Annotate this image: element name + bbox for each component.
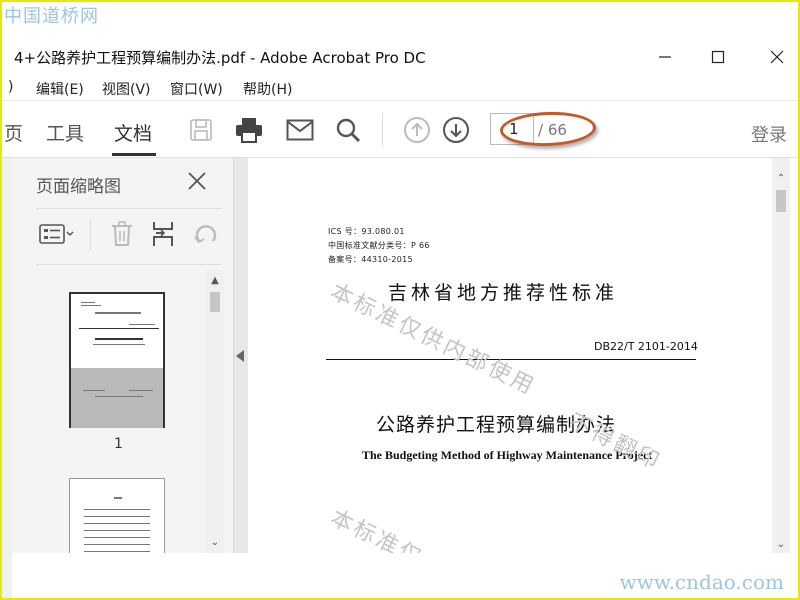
print-icon[interactable] — [234, 115, 264, 145]
page-up-icon[interactable] — [402, 115, 432, 145]
panel-tools-divider — [90, 218, 91, 250]
doc-scroll-up-icon[interactable]: ⌃ — [775, 172, 787, 184]
title-bar: 4+公路养护工程预算编制办法.pdf - Adobe Acrobat Pro D… — [0, 40, 800, 72]
page-thumbnail-1[interactable] — [69, 292, 165, 428]
menu-item-file-partial[interactable]: ) — [8, 79, 13, 95]
menu-item-view[interactable]: 视图(V) — [102, 79, 151, 99]
doc-meta-ics: ICS 号：93.080.01 — [328, 227, 405, 236]
main-toolbar: 页 工具 文档 登录 — [0, 100, 800, 158]
tab-tools[interactable]: 工具 — [46, 119, 84, 146]
active-tab-indicator — [112, 153, 156, 156]
doc-meta-classification: 中国标准文献分类号：P 66 — [328, 241, 430, 250]
panel-divider-2 — [36, 264, 222, 265]
scroll-up-arrow-icon[interactable]: ▲ — [209, 274, 221, 286]
panel-collapse-strip[interactable] — [234, 158, 248, 553]
collapse-arrow-icon[interactable] — [236, 350, 244, 362]
thumbnail-scrollbar[interactable]: ▲ ⌄ — [206, 270, 224, 553]
tab-document[interactable]: 文档 — [114, 119, 152, 146]
panel-title: 页面缩略图 — [36, 177, 121, 197]
tab-home-partial[interactable]: 页 — [4, 119, 23, 146]
menu-item-window[interactable]: 窗口(W) — [170, 79, 223, 99]
login-link[interactable]: 登录 — [751, 121, 787, 147]
doc-scroll-down-icon[interactable]: ⌄ — [775, 538, 787, 550]
menu-item-help[interactable]: 帮助(H) — [243, 79, 292, 99]
site-watermark-bottom: www.cndao.com — [619, 570, 784, 594]
doc-standard-code: DB22/T 2101-2014 — [594, 340, 698, 353]
thumbnail-list: 1 — [36, 270, 226, 553]
save-icon[interactable] — [186, 115, 216, 145]
window-title: 4+公路养护工程预算编制办法.pdf - Adobe Acrobat Pro D… — [14, 49, 426, 67]
thumbnail-label-1: 1 — [114, 436, 123, 452]
delete-page-icon[interactable] — [108, 220, 136, 248]
document-view[interactable]: ICS 号：93.080.01 中国标准文献分类号：P 66 备案号：44310… — [248, 158, 772, 553]
insert-page-icon[interactable] — [150, 220, 178, 248]
menu-bar: ) 编辑(E) 视图(V) 窗口(W) 帮助(H) — [0, 74, 800, 100]
page-thumbnails-panel: 页面缩略图 1 ▲ ⌄ — [12, 158, 234, 553]
doc-meta-record: 备案号：44310-2015 — [328, 255, 413, 264]
menu-item-edit[interactable]: 编辑(E) — [36, 79, 84, 99]
minimize-icon[interactable] — [650, 44, 680, 70]
rotate-page-icon[interactable] — [192, 220, 220, 248]
close-icon[interactable] — [762, 44, 792, 70]
maximize-icon[interactable] — [703, 44, 733, 70]
site-watermark-top: 中国道桥网 — [4, 6, 99, 27]
thumbnail-scroll-thumb[interactable] — [210, 292, 220, 312]
close-panel-icon[interactable] — [184, 168, 210, 194]
doc-standard-heading: 吉林省地方推荐性标准 — [388, 282, 619, 304]
page-thumbnail-2[interactable] — [69, 478, 165, 553]
scroll-down-arrow-icon[interactable]: ⌄ — [209, 536, 221, 548]
thumbnail-options-icon[interactable] — [38, 220, 76, 248]
page-down-icon[interactable] — [441, 115, 471, 145]
panel-divider — [36, 208, 222, 209]
toolbar-divider — [382, 113, 383, 147]
left-edge-strip — [0, 158, 12, 600]
search-icon[interactable] — [333, 115, 363, 145]
document-scrollbar[interactable]: ⌃ ⌄ — [772, 158, 790, 553]
thumbnail-footer-shade — [71, 368, 163, 428]
document-scroll-thumb[interactable] — [776, 190, 786, 212]
email-icon[interactable] — [285, 115, 315, 145]
diagonal-watermark-3: 本标准仅 — [326, 505, 428, 553]
